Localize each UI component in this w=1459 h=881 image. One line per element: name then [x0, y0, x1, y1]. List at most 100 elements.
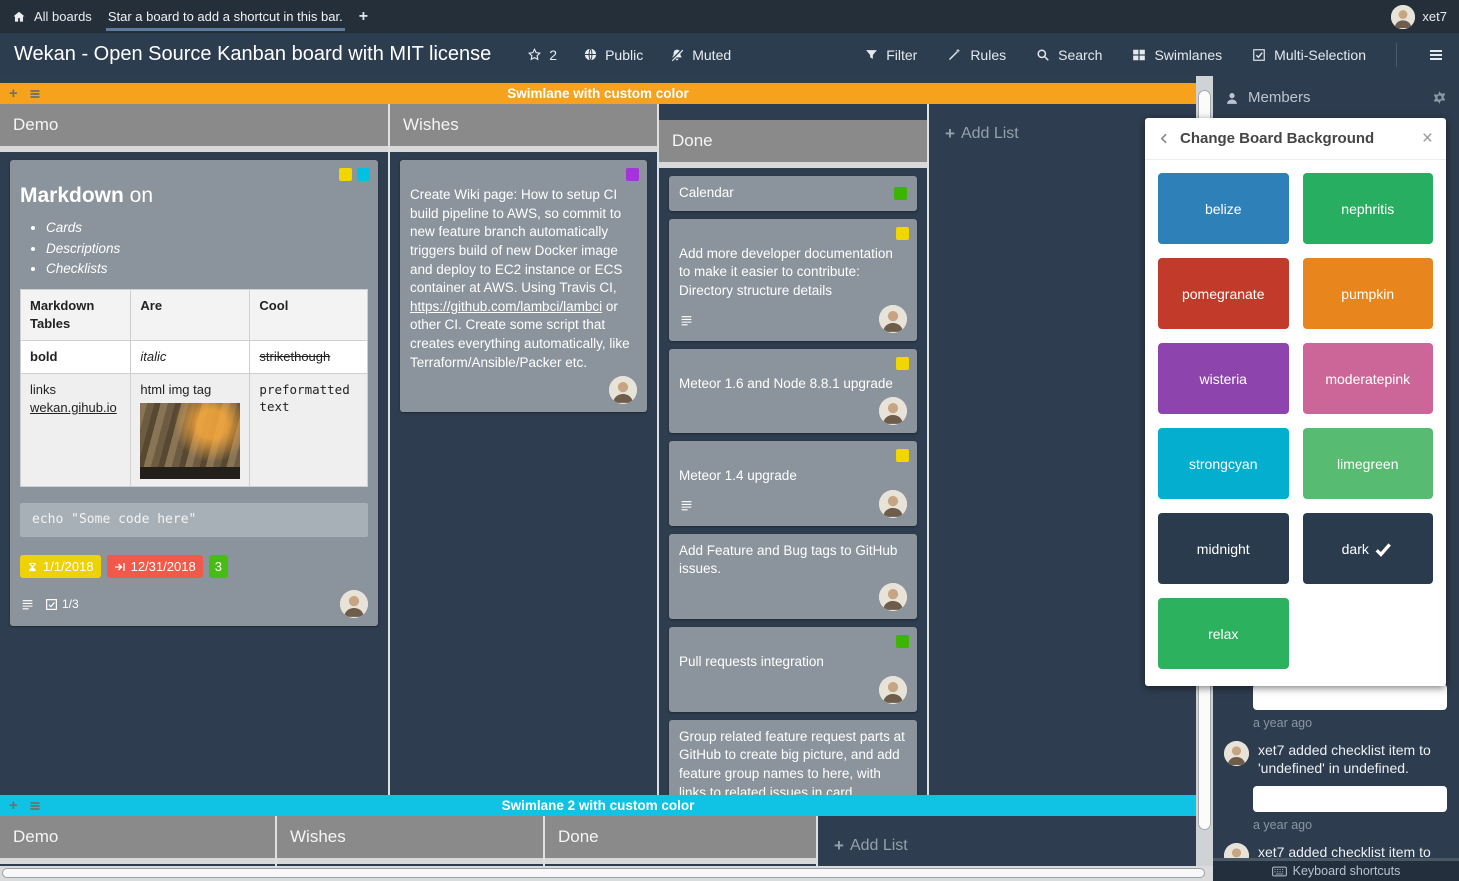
- list-done-header[interactable]: Done: [659, 120, 927, 168]
- activity-timestamp: a year ago: [1253, 716, 1459, 730]
- checklist-count: 1/3: [62, 596, 79, 613]
- list-demo: Demo Markdown on Cards Descriptio: [0, 104, 390, 795]
- card-markdown[interactable]: Markdown on Cards Descriptions Checklist…: [10, 160, 378, 626]
- label-purple: [626, 168, 639, 181]
- description-icon: [679, 499, 694, 512]
- card-labels: [339, 168, 370, 181]
- swatch-label: relax: [1208, 626, 1238, 642]
- card-member-avatar[interactable]: [879, 490, 907, 518]
- wekan-app: All boards Star a board to add a shortcu…: [0, 0, 1459, 881]
- star-counter[interactable]: 2: [527, 47, 557, 63]
- wekan-link[interactable]: wekan.gihub.io: [30, 400, 117, 415]
- card-footer: 1/3: [20, 590, 368, 618]
- keyboard-shortcuts-bar[interactable]: Keyboard shortcuts: [1213, 858, 1459, 881]
- swimlane-1-title[interactable]: Swimlane with custom color: [0, 86, 1196, 101]
- swimlane-menu-icon[interactable]: [28, 88, 42, 100]
- table-header-cell: Are: [131, 289, 250, 340]
- card-text: Add Feature and Bug tags to GitHub issue…: [679, 543, 897, 577]
- swatch-midnight[interactable]: midnight: [1158, 513, 1289, 584]
- card-text: Meteor 1.6 and Node 8.8.1 upgrade: [679, 376, 893, 391]
- table-header-cell: Markdown Tables: [21, 289, 131, 340]
- swimlane-add-icon[interactable]: +: [9, 85, 18, 102]
- checklist-progress: 1/3: [45, 596, 79, 613]
- swatch-strongcyan[interactable]: strongcyan: [1158, 428, 1289, 499]
- card-member-avatar[interactable]: [340, 590, 368, 618]
- user-menu[interactable]: xet7: [1391, 5, 1447, 29]
- card-calendar[interactable]: Calendar: [669, 176, 917, 211]
- user-avatar[interactable]: [1391, 5, 1415, 29]
- close-icon[interactable]: ×: [1422, 129, 1433, 148]
- swatch-relax[interactable]: relax: [1158, 598, 1289, 669]
- swatch-label: nephritis: [1341, 201, 1394, 217]
- label-yellow: [339, 168, 352, 181]
- swatch-belize[interactable]: belize: [1158, 173, 1289, 244]
- cat-image: [140, 403, 240, 479]
- search-icon: [1036, 48, 1050, 62]
- star-board-hint: Star a board to add a shortcut in this b…: [106, 3, 345, 31]
- home-icon: [12, 10, 26, 24]
- sidebar-header: Members: [1213, 76, 1459, 119]
- list-done-2: Done: [545, 816, 818, 866]
- swatch-pomegranate[interactable]: pomegranate: [1158, 258, 1289, 329]
- comment-input[interactable]: [1253, 684, 1447, 710]
- card-wiki-page[interactable]: Create Wiki page: How to setup CI build …: [400, 160, 647, 412]
- card-github-tags[interactable]: Add Feature and Bug tags to GitHub issue…: [669, 534, 917, 619]
- list-done-2-header[interactable]: Done: [545, 816, 816, 864]
- code-block: echo "Some code here": [20, 503, 368, 537]
- swatch-dark-selected[interactable]: dark: [1303, 513, 1434, 584]
- card-member-avatar[interactable]: [879, 583, 907, 611]
- gear-icon[interactable]: [1432, 90, 1447, 105]
- visibility-toggle[interactable]: Public: [583, 47, 643, 63]
- card-pull-requests[interactable]: Pull requests integration: [669, 627, 917, 712]
- card-developer-docs[interactable]: Add more developer documentation to make…: [669, 219, 917, 341]
- lambci-link[interactable]: https://github.com/lambci/lambci: [410, 299, 602, 314]
- hamburger-menu-button[interactable]: [1427, 47, 1445, 63]
- back-chevron-icon[interactable]: [1158, 131, 1171, 146]
- card-meteor-14[interactable]: Meteor 1.4 upgrade: [669, 441, 917, 526]
- swatch-label: strongcyan: [1189, 456, 1257, 472]
- activity-avatar[interactable]: [1224, 741, 1249, 766]
- all-boards-link[interactable]: All boards: [12, 9, 92, 24]
- hidden: [659, 104, 927, 120]
- swimlanes-button[interactable]: Swimlanes: [1132, 47, 1222, 63]
- code-text: echo "Some code here": [32, 512, 196, 527]
- start-date-badge[interactable]: 1/1/2018: [20, 555, 101, 579]
- table-cell-pre: preformatted text: [250, 373, 368, 486]
- due-arrow-icon: [114, 561, 126, 573]
- swatch-moderatepink[interactable]: moderatepink: [1303, 343, 1434, 414]
- swatch-pumpkin[interactable]: pumpkin: [1303, 258, 1434, 329]
- add-board-button[interactable]: +: [359, 8, 368, 26]
- swimlane-menu-icon[interactable]: [28, 800, 42, 812]
- swimlane-add-icon[interactable]: +: [9, 797, 18, 814]
- multi-selection-button[interactable]: Multi-Selection: [1252, 47, 1366, 63]
- card-member-avatar[interactable]: [879, 305, 907, 333]
- card-group-features[interactable]: Group related feature request parts at G…: [669, 720, 917, 795]
- horizontal-scrollbar-thumb[interactable]: [2, 868, 1205, 878]
- swatch-nephritis[interactable]: nephritis: [1303, 173, 1434, 244]
- bold-sample: bold: [30, 349, 57, 364]
- comment-input[interactable]: [1253, 786, 1447, 812]
- list-demo-header[interactable]: Demo: [0, 104, 388, 152]
- swatch-limegreen[interactable]: limegreen: [1303, 428, 1434, 499]
- rules-button[interactable]: Rules: [947, 47, 1006, 63]
- list-wishes-header[interactable]: Wishes: [390, 104, 657, 152]
- filter-button[interactable]: Filter: [865, 47, 917, 63]
- count-badge[interactable]: 3: [209, 555, 228, 579]
- due-date-badge[interactable]: 12/31/2018: [107, 555, 203, 579]
- add-list-button[interactable]: + Add List: [834, 836, 1180, 856]
- card-member-avatar[interactable]: [609, 376, 637, 404]
- keyboard-shortcuts-label: Keyboard shortcuts: [1293, 864, 1401, 878]
- card-member-avatar[interactable]: [879, 676, 907, 704]
- card-meteor-16[interactable]: Meteor 1.6 and Node 8.8.1 upgrade: [669, 349, 917, 434]
- horizontal-scrollbar[interactable]: [0, 866, 1213, 881]
- add-list-label: Add List: [850, 837, 908, 855]
- swatch-wisteria[interactable]: wisteria: [1158, 343, 1289, 414]
- search-button[interactable]: Search: [1036, 47, 1102, 63]
- list-wishes-2-header[interactable]: Wishes: [277, 816, 543, 864]
- card-member-avatar[interactable]: [879, 397, 907, 425]
- mute-toggle[interactable]: Muted: [669, 47, 731, 63]
- list-demo-2-header[interactable]: Demo: [0, 816, 275, 864]
- label-yellow: [896, 357, 909, 370]
- swimlane-2-title[interactable]: Swimlane 2 with custom color: [0, 798, 1196, 813]
- swimlane-1-lists: Demo Markdown on Cards Descriptio: [0, 104, 1196, 795]
